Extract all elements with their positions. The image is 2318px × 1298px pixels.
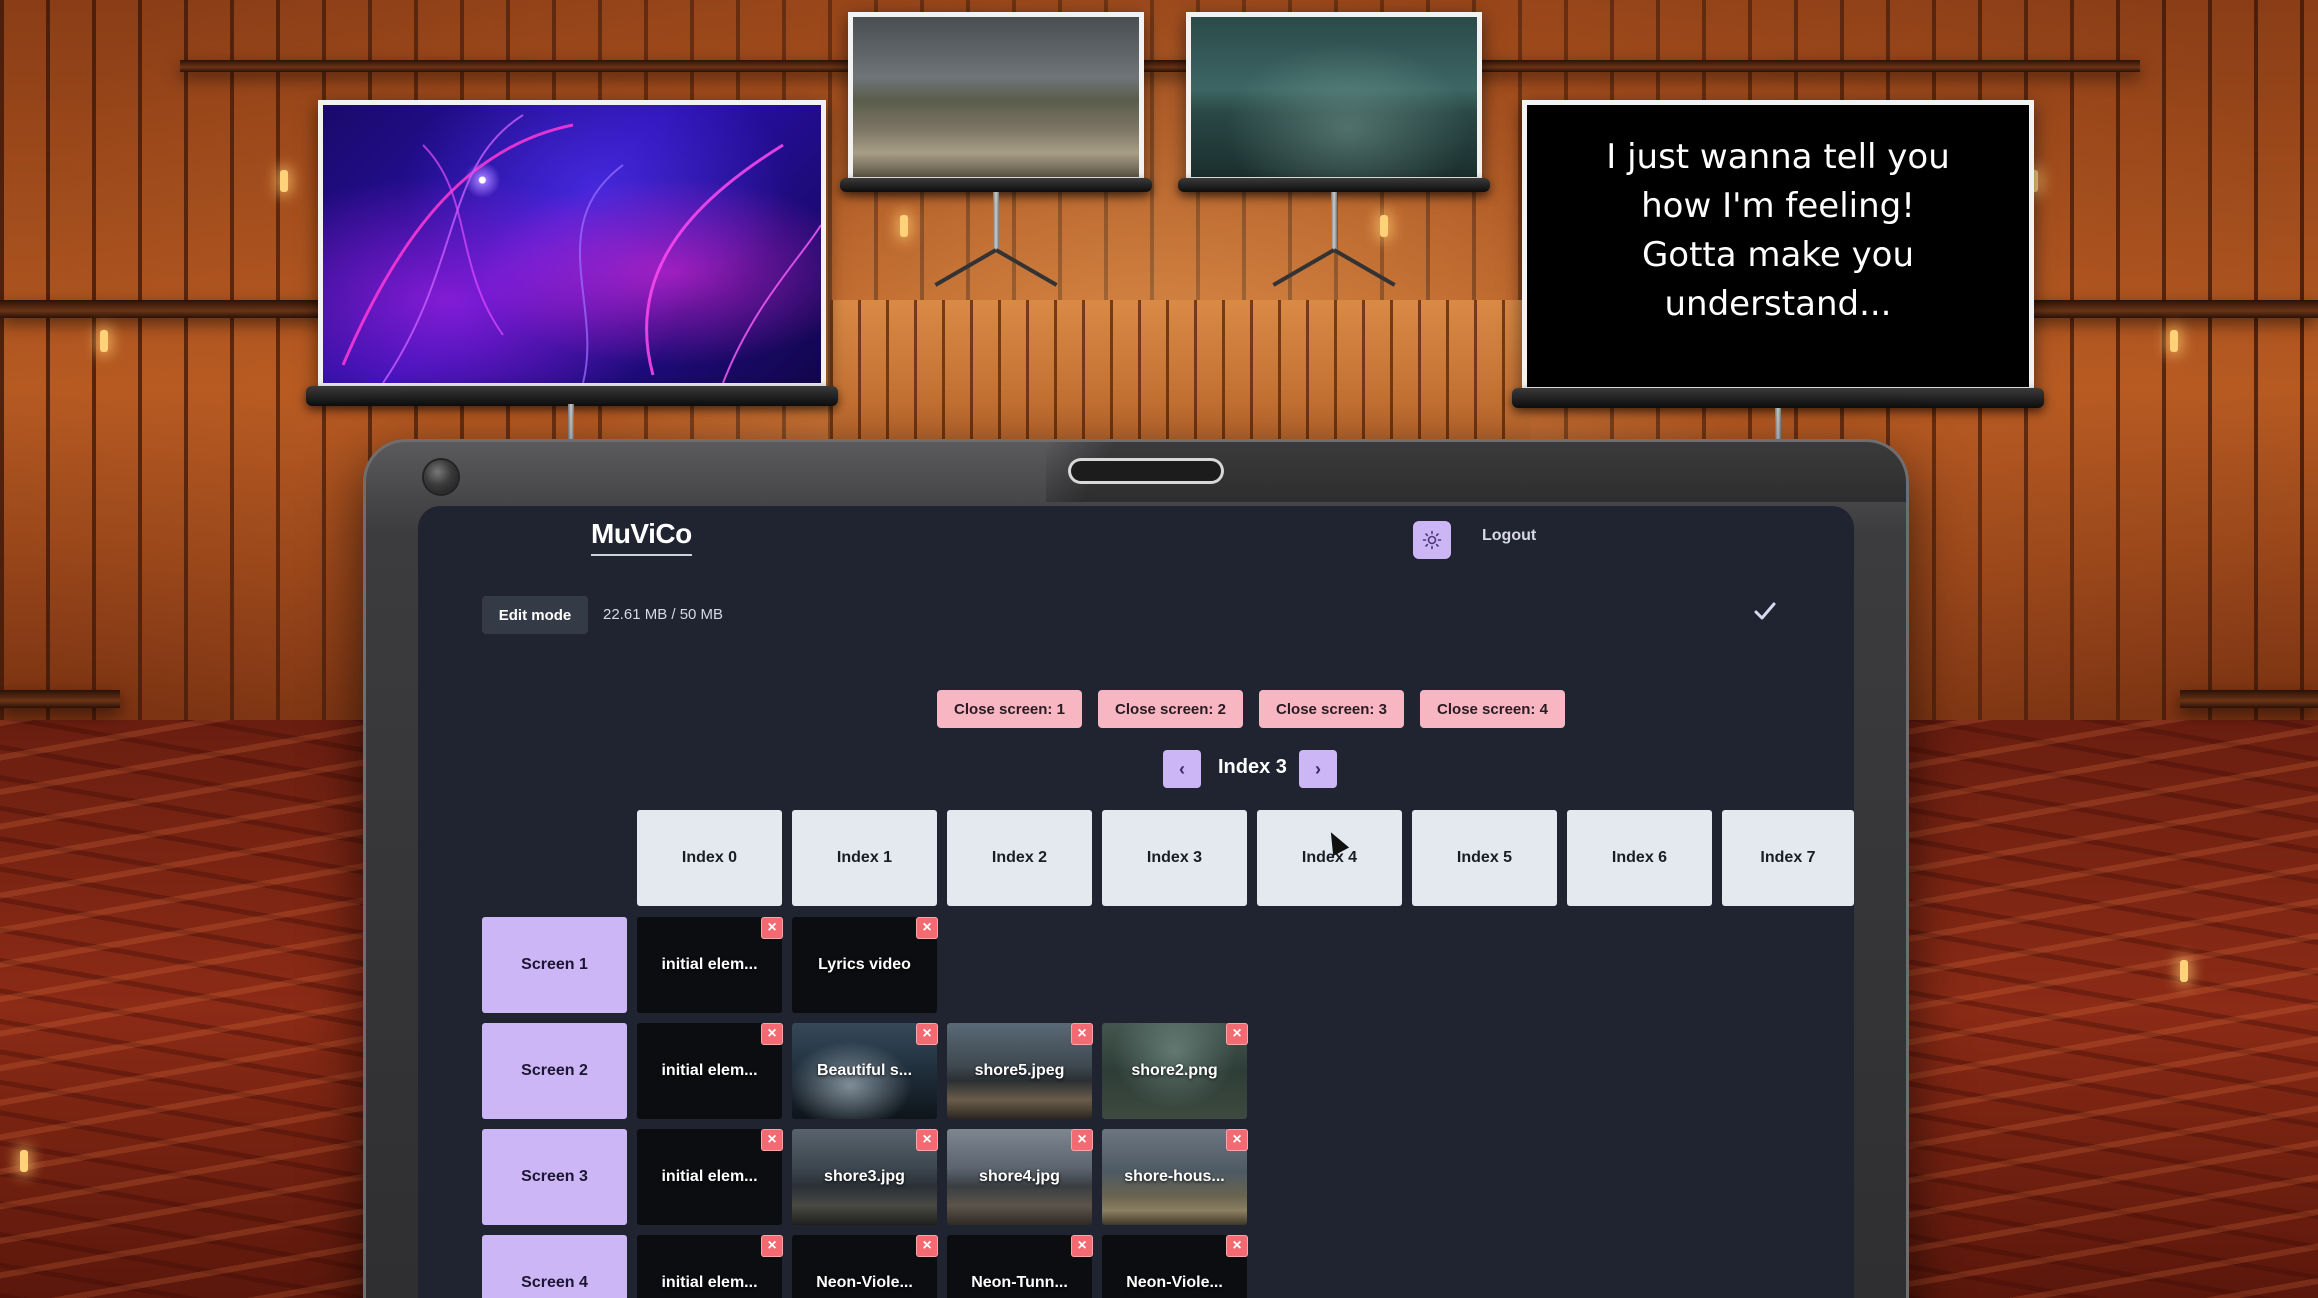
projector-roller [306,386,838,406]
projector-roller [1178,178,1490,192]
wall-lamp [1380,215,1388,237]
wall-lamp [900,215,908,237]
projector-pole [1331,192,1337,252]
close-screen-3-button[interactable]: Close screen: 3 [1259,690,1404,728]
chevron-left-icon: ‹ [1179,758,1185,779]
element-name: shore2.png [1131,1062,1218,1079]
muvico-app: MuViCo Logout Edit mode 22.61 MB / 50 MB… [418,506,1854,1298]
projector-roller [1512,388,2044,408]
close-screen-1-button[interactable]: Close screen: 1 [937,690,1082,728]
delete-element-button[interactable]: × [916,917,938,939]
element-name: Beautiful s... [816,1062,913,1079]
element-name: shore3.jpg [824,1168,905,1185]
confirm-button[interactable] [1750,596,1780,626]
index-header-5[interactable]: Index 5 [1412,810,1557,906]
logout-link[interactable]: Logout [1482,527,1536,545]
delete-element-button[interactable]: × [1071,1235,1093,1257]
projector-frame [1186,12,1482,182]
chevron-right-icon: › [1315,758,1321,779]
previous-index-button[interactable]: ‹ [1163,750,1201,788]
wall-lamp [100,330,108,352]
current-index-label: Index 3 [1218,756,1287,778]
delete-element-button[interactable]: × [916,1235,938,1257]
screen-2-label[interactable]: Screen 2 [482,1023,627,1119]
projector-pole [568,404,574,440]
wall-lamp [2180,960,2188,982]
delete-element-button[interactable]: × [916,1129,938,1151]
misty-lake-image [1191,17,1477,177]
balcony-rail-left-lower [0,690,120,708]
element-name: initial elem... [661,1062,758,1079]
index-header-2[interactable]: Index 2 [947,810,1092,906]
lyrics-text: I just wanna tell you how I'm feeling! G… [1527,105,2029,387]
delete-element-button[interactable]: × [761,917,783,939]
dune-path-image [853,17,1139,177]
projector-pole [993,192,999,252]
back-balcony-rail [180,60,2140,72]
index-header-4[interactable]: Index 4 [1257,810,1402,906]
delete-element-button[interactable]: × [761,1235,783,1257]
index-header-3[interactable]: Index 3 [1102,810,1247,906]
delete-element-button[interactable]: × [761,1129,783,1151]
wall-lamp [280,170,288,192]
element-name: initial elem... [661,956,758,973]
index-header-6[interactable]: Index 6 [1567,810,1712,906]
theme-toggle-button[interactable] [1413,521,1451,559]
element-name: Neon-Tunn... [971,1274,1068,1291]
index-header-7[interactable]: Index 7 [1722,810,1854,906]
delete-element-button[interactable]: × [916,1023,938,1045]
screen-4-label[interactable]: Screen 4 [482,1235,627,1298]
projector-pole [1775,408,1781,442]
projector-roller [840,178,1152,192]
element-name: shore-hous... [1124,1168,1225,1185]
balcony-rail-left-top [0,300,330,318]
delete-element-button[interactable]: × [1226,1129,1248,1151]
stage [830,300,1530,450]
element-name: Lyrics video [818,956,911,973]
delete-element-button[interactable]: × [1226,1023,1248,1045]
element-name: Neon-Viole... [1126,1274,1223,1291]
neon-light-image [323,105,821,383]
close-screen-4-button[interactable]: Close screen: 4 [1420,690,1565,728]
element-name: initial elem... [661,1168,758,1185]
wall-lamp [20,1150,28,1172]
delete-element-button[interactable]: × [761,1023,783,1045]
balcony-rail-right-top [1990,300,2318,318]
element-name: shore4.jpg [979,1168,1060,1185]
laptop-speaker-slot [1068,458,1224,484]
element-name: Neon-Viole... [816,1274,913,1291]
next-index-button[interactable]: › [1299,750,1337,788]
element-name: shore5.jpeg [974,1062,1065,1079]
wall-lamp [2170,330,2178,352]
edit-mode-button[interactable]: Edit mode [482,596,588,634]
sun-icon [1422,530,1442,550]
delete-element-button[interactable]: × [1226,1235,1248,1257]
close-screen-2-button[interactable]: Close screen: 2 [1098,690,1243,728]
screen-3-label[interactable]: Screen 3 [482,1129,627,1225]
projector-frame [318,100,826,388]
check-icon [1754,602,1776,620]
screen-1-label[interactable]: Screen 1 [482,917,627,1013]
element-name: initial elem... [661,1274,758,1291]
index-header-1[interactable]: Index 1 [792,810,937,906]
delete-element-button[interactable]: × [1071,1129,1093,1151]
projector-frame: I just wanna tell you how I'm feeling! G… [1522,100,2034,392]
neon-streaks [341,114,821,383]
webcam-icon [424,460,458,494]
delete-element-button[interactable]: × [1071,1023,1093,1045]
index-header-0[interactable]: Index 0 [637,810,782,906]
brand-logo[interactable]: MuViCo [591,518,692,556]
balcony-rail-right-lower [2180,690,2318,708]
storage-usage: 22.61 MB / 50 MB [603,606,724,623]
projector-frame [848,12,1144,182]
